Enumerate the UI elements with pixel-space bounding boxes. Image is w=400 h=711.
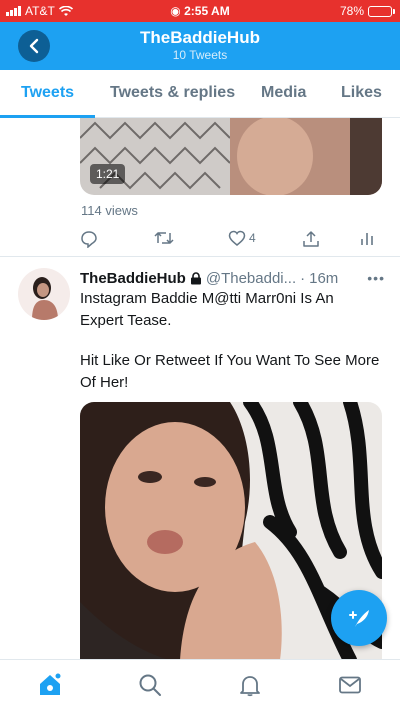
- search-icon: [139, 674, 161, 696]
- share-button[interactable]: [302, 230, 320, 248]
- heart-icon: [228, 230, 246, 246]
- tab-media[interactable]: Media: [261, 84, 306, 102]
- alarm-icon: ◉: [170, 4, 181, 18]
- nav-notifications[interactable]: [237, 672, 263, 698]
- bottom-navigation: [0, 659, 400, 711]
- mail-icon: [339, 676, 361, 694]
- view-count: 114 views: [81, 203, 138, 218]
- compose-tweet-icon: [349, 610, 369, 627]
- lock-icon: [190, 272, 201, 285]
- reply-button[interactable]: [80, 230, 101, 248]
- avatar[interactable]: [18, 268, 70, 320]
- avatar-image: [18, 268, 70, 320]
- more-icon[interactable]: •••: [367, 270, 385, 286]
- battery-icon: [368, 5, 395, 17]
- tab-likes[interactable]: Likes: [341, 84, 382, 102]
- like-count: 4: [249, 231, 256, 245]
- video-thumbnail-image: [80, 118, 382, 195]
- tab-tweets[interactable]: Tweets: [21, 84, 74, 102]
- retweet-button[interactable]: [154, 230, 177, 246]
- tweet-actions: 4: [80, 230, 373, 250]
- tweet-divider: [0, 256, 400, 265]
- nav-home[interactable]: [37, 672, 63, 698]
- compose-tweet-button[interactable]: [331, 590, 387, 646]
- user-handle[interactable]: @Thebaddi...: [206, 270, 296, 287]
- home-icon: [40, 672, 62, 695]
- tweet-text-line2: Hit Like Or Retweet If You Want To See M…: [80, 352, 380, 391]
- analytics-button[interactable]: [360, 230, 374, 246]
- tweet-timestamp: 16m: [309, 270, 339, 287]
- status-bar: AT&T ◉ 2:55 AM 78%: [0, 0, 400, 22]
- header-title: TheBaddieHub: [140, 28, 260, 47]
- profile-tabs: Tweets Tweets & replies Media Likes: [0, 70, 400, 118]
- retweet-icon: [154, 232, 174, 244]
- clock-time: 2:55 AM: [184, 4, 230, 18]
- tweet-count: 10 Tweets: [172, 48, 228, 62]
- video-thumbnail[interactable]: 1:21: [80, 118, 382, 195]
- video-duration: 1:21: [90, 164, 126, 184]
- battery-percent: 78%: [339, 4, 364, 18]
- battery-indicator: 78%: [339, 4, 395, 18]
- separator-dot: ·: [300, 270, 306, 287]
- bell-icon: [240, 676, 260, 697]
- display-name[interactable]: TheBaddieHub: [80, 270, 186, 287]
- analytics-icon: [361, 233, 373, 245]
- tab-tweets-and-replies[interactable]: Tweets & replies: [110, 84, 235, 102]
- like-button[interactable]: 4: [228, 230, 256, 246]
- nav-search[interactable]: [137, 672, 163, 698]
- nav-messages[interactable]: [337, 672, 363, 698]
- profile-header: TheBaddieHub 10 Tweets: [0, 22, 400, 70]
- tweet-text-line1: Instagram Baddie M@tti Marr0ni Is An Exp…: [80, 290, 334, 329]
- tweet-header: TheBaddieHub @Thebaddi... · 16m •••: [80, 270, 385, 287]
- share-icon: [303, 231, 319, 247]
- reply-icon: [81, 231, 97, 248]
